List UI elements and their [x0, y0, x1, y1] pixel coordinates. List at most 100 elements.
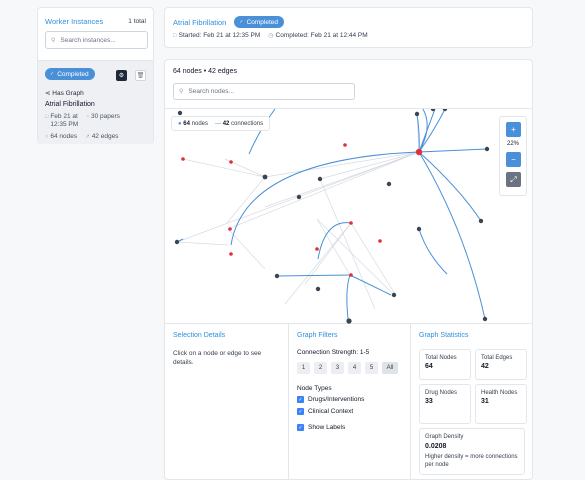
started-time-text: Started: Feb 21 at 12:35 PM: [178, 32, 261, 39]
stat-health-nodes-label: Health Nodes: [481, 390, 518, 396]
graph-node-drug[interactable]: [415, 148, 423, 156]
node-types-label: Node Types: [297, 385, 332, 392]
header-status-label: Completed: [246, 18, 278, 26]
instance-header: Atrial Fibrillation ✓ Completed □ Started:…: [164, 7, 533, 48]
graph-filters-title: Graph Filters: [297, 332, 338, 339]
search-icon: ⚲: [179, 89, 184, 95]
graph-node-health[interactable]: [274, 273, 280, 279]
graph-node-health[interactable]: [478, 218, 484, 224]
delete-icon[interactable]: 🗑: [135, 70, 146, 81]
status-badge-label: Completed: [57, 70, 89, 78]
node-search-box[interactable]: ⚲: [173, 83, 355, 100]
completed-time-text: Completed: Feb 21 at 12:44 PM: [275, 32, 368, 39]
stat-health-nodes-value: 31: [481, 398, 489, 405]
instance-nodes: ○ 64 nodes: [45, 133, 77, 140]
graph-node-drug[interactable]: [315, 247, 319, 251]
stat-health-nodes: Health Nodes 31: [475, 384, 527, 424]
stat-density-value: 0.0208: [425, 443, 447, 450]
graph-node-drug[interactable]: [181, 157, 185, 161]
filter-drugs[interactable]: ✓ Drugs/Interventions: [297, 396, 402, 403]
graph-svg[interactable]: [165, 106, 533, 325]
graph-node-health[interactable]: [416, 226, 422, 232]
graph-node-drug[interactable]: [228, 227, 232, 231]
checkbox-show-labels[interactable]: ✓: [297, 424, 304, 431]
stat-drug-nodes-label: Drug Nodes: [425, 390, 458, 396]
graph-node-health[interactable]: [386, 181, 392, 187]
completed-time: ◷ Completed: Feb 21 at 12:44 PM: [268, 32, 367, 39]
graph-edge-faint[interactable]: [284, 222, 352, 305]
graph-node-health[interactable]: [315, 286, 321, 292]
instance-edges: ↗ 42 edges: [85, 133, 118, 140]
check-icon: ✓: [50, 71, 55, 77]
instance-card[interactable]: ✓ Completed ⚙ 🗑 ⋖ Has Graph Atrial Fibril…: [38, 60, 153, 144]
graph-edge[interactable]: [346, 274, 351, 320]
graph-node-health[interactable]: [442, 106, 448, 112]
graph-node-health[interactable]: [414, 111, 420, 117]
graph-node-drug[interactable]: [378, 239, 382, 243]
worker-instances-title: Worker Instances: [45, 17, 104, 26]
zoom-out-button[interactable]: −: [506, 152, 521, 167]
graph-node-health[interactable]: [262, 174, 268, 180]
graph-edge-faint[interactable]: [176, 241, 229, 246]
instance-search-box[interactable]: ⚲: [45, 31, 148, 49]
graph-edge[interactable]: [418, 108, 446, 153]
graph-edge[interactable]: [276, 274, 351, 277]
graph-node-health[interactable]: [482, 316, 488, 322]
strength-option-all[interactable]: All: [382, 362, 398, 374]
graph-edge[interactable]: [418, 151, 486, 320]
graph-node-health[interactable]: [296, 194, 302, 200]
stat-density-note: Higher density = more connections per no…: [425, 454, 518, 468]
stat-total-nodes: Total Nodes 64: [419, 349, 471, 380]
checkbox-drugs[interactable]: ✓: [297, 396, 304, 403]
stat-total-edges-value: 42: [481, 363, 489, 370]
node-search-input[interactable]: [188, 88, 354, 95]
graph-node-drug[interactable]: [349, 221, 353, 225]
legend-conn-count: 42: [222, 120, 230, 127]
zoom-controls: + 22% − ⤢: [499, 116, 527, 196]
zoom-in-button[interactable]: +: [506, 122, 521, 137]
filter-clinical-label: Clinical Context: [308, 408, 354, 415]
graph-node-drug[interactable]: [343, 143, 347, 147]
instance-date: □ Feb 21 at 12:35 PM: [45, 113, 81, 129]
reset-view-button[interactable]: ⤢: [506, 172, 521, 187]
stat-drug-nodes-value: 33: [425, 398, 433, 405]
graph-node-health[interactable]: [391, 292, 397, 298]
graph-edge[interactable]: [418, 151, 482, 222]
zoom-level: 22%: [506, 141, 519, 147]
strength-option-4[interactable]: 4: [348, 362, 361, 374]
graph-node-drug[interactable]: [229, 252, 233, 256]
selection-details-panel: Selection Details Click on a node or edg…: [165, 324, 288, 479]
graph-edge-faint[interactable]: [227, 151, 420, 230]
graph-canvas[interactable]: ● 64 nodes — 42 connections + 22% − ⤢: [165, 106, 533, 325]
graph-node-drug[interactable]: [349, 273, 353, 277]
strength-option-5[interactable]: 5: [365, 362, 378, 374]
instance-date-text: Feb 21 at 12:35 PM: [50, 113, 79, 128]
checkbox-clinical[interactable]: ✓: [297, 408, 304, 415]
graph-statistics-title: Graph Statistics: [419, 332, 469, 339]
graph-edge-faint[interactable]: [182, 158, 266, 178]
graph-edge[interactable]: [418, 148, 488, 153]
graph-edge[interactable]: [418, 228, 448, 275]
graph-node-health[interactable]: [177, 110, 183, 116]
edge-icon: ↗: [85, 134, 90, 140]
strength-option-2[interactable]: 2: [314, 362, 327, 374]
graph-node-health[interactable]: [174, 239, 180, 245]
has-graph-text: Has Graph: [52, 90, 84, 97]
filter-drugs-label: Drugs/Interventions: [308, 396, 365, 403]
strength-option-1[interactable]: 1: [297, 362, 310, 374]
graph-node-health[interactable]: [346, 318, 352, 324]
graph-node-health[interactable]: [484, 146, 490, 152]
has-graph-label: ⋖ Has Graph: [45, 89, 84, 97]
stat-graph-density: Graph Density 0.0208 Higher density = mo…: [419, 428, 525, 475]
settings-icon[interactable]: ⚙: [116, 70, 127, 81]
instance-search-input[interactable]: [60, 36, 147, 44]
graph-node-drug[interactable]: [229, 160, 233, 164]
show-labels-toggle[interactable]: ✓ Show Labels: [297, 424, 402, 431]
graph-edge[interactable]: [230, 151, 420, 246]
legend-nodes-label: nodes: [191, 120, 209, 127]
graph-node-health[interactable]: [317, 176, 323, 182]
filter-clinical[interactable]: ✓ Clinical Context: [297, 408, 402, 415]
connection-strength-label: Connection Strength: 1-5: [297, 349, 370, 356]
strength-option-3[interactable]: 3: [331, 362, 344, 374]
graph-edge-faint[interactable]: [350, 222, 396, 295]
